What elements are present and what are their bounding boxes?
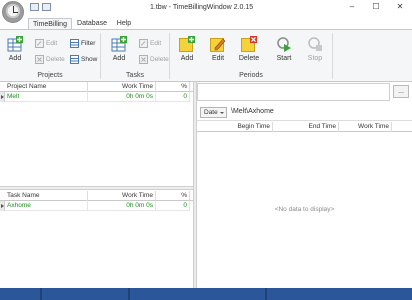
minimize-button[interactable]: – — [340, 0, 364, 14]
start-play-icon — [277, 37, 291, 52]
delete-period-label: Delete — [238, 55, 260, 62]
add-project-button[interactable]: Add — [3, 34, 27, 70]
column-percent[interactable]: % — [156, 82, 190, 92]
edit-period-label: Edit — [211, 55, 225, 62]
status-bar — [0, 288, 412, 300]
window-title: 1.tbw - TimeBillingWindow 2.0.15 — [150, 4, 254, 11]
filter-label: Filter — [81, 40, 96, 47]
work-time-cell[interactable]: 0h 0m 0s — [88, 92, 156, 102]
edit-period-button[interactable]: Edit — [203, 34, 233, 70]
start-button[interactable]: Start — [269, 34, 299, 70]
delete-icon — [139, 55, 148, 64]
ribbon-tab-bar: TimeBilling Database Help — [0, 16, 412, 30]
task-name-cell[interactable]: Axhome — [5, 201, 88, 211]
add-period-label: Add — [180, 55, 194, 62]
date-sort-button[interactable]: Date — [200, 107, 227, 118]
column-begin-time[interactable]: Begin Time — [197, 122, 273, 132]
add-task-button[interactable]: Add — [104, 34, 134, 70]
periods-group-label: Periods — [239, 72, 263, 79]
edit-icon — [139, 39, 148, 48]
percent-cell[interactable]: 0 — [156, 201, 190, 211]
close-button[interactable]: ✕ — [388, 0, 412, 14]
table-row[interactable]: Melt 0h 0m 0s 0 — [0, 92, 193, 102]
table-row[interactable]: Axhome 0h 0m 0s 0 — [0, 201, 193, 211]
column-end-time[interactable]: End Time — [273, 122, 339, 132]
edit-note-icon — [210, 38, 226, 52]
add-project-label: Add — [8, 55, 22, 62]
period-filter-box[interactable] — [197, 83, 390, 101]
delete-period-button[interactable]: Delete — [234, 34, 264, 70]
column-period-work-time[interactable]: Work Time — [339, 122, 392, 132]
ribbon: Add Edit Delete Filter Show Projects Add… — [0, 29, 412, 82]
more-options-button[interactable]: ... — [393, 85, 409, 98]
tasks-pane: Task Name Work Time % Axhome 0h 0m 0s 0 — [0, 191, 193, 288]
column-project-name[interactable]: Project Name — [5, 82, 88, 92]
edit-icon — [35, 39, 44, 48]
add-task-label: Add — [112, 55, 126, 62]
filter-table-icon — [70, 39, 79, 48]
horizontal-splitter[interactable] — [0, 186, 193, 190]
sort-arrow-icon — [220, 112, 224, 114]
title-bar: 1.tbw - TimeBillingWindow 2.0.15 – ☐ ✕ — [0, 0, 412, 23]
tasks-grid-header: Task Name Work Time % — [0, 191, 193, 201]
show-table-icon — [70, 55, 79, 64]
status-divider — [128, 288, 130, 300]
column-work-time[interactable]: Work Time — [88, 82, 156, 92]
quick-access-open-icon[interactable] — [42, 3, 51, 11]
stop-icon — [308, 37, 322, 51]
maximize-button[interactable]: ☐ — [364, 0, 388, 14]
status-divider — [40, 288, 42, 300]
projects-pane: Project Name Work Time % Melt 0h 0m 0s 0 — [0, 82, 193, 186]
quick-access-save-icon[interactable] — [30, 3, 39, 11]
delete-note-icon — [241, 36, 257, 52]
empty-state-text: <No data to display> — [274, 206, 335, 213]
add-table-icon — [111, 36, 127, 52]
edit-project-label: Edit — [46, 40, 58, 47]
stop-label: Stop — [307, 55, 323, 62]
delete-project-label: Delete — [46, 56, 65, 63]
delete-icon — [35, 55, 44, 64]
start-label: Start — [276, 55, 292, 62]
status-divider — [265, 288, 267, 300]
tasks-group-label: Tasks — [126, 72, 144, 79]
percent-cell[interactable]: 0 — [156, 92, 190, 102]
group-separator — [332, 33, 333, 79]
column-task-name[interactable]: Task Name — [5, 191, 88, 201]
app-logo-clock-icon[interactable] — [2, 1, 24, 23]
periods-grid-header: Begin Time End Time Work Time — [197, 122, 412, 132]
project-name-cell[interactable]: Melt — [5, 92, 88, 102]
projects-grid-header: Project Name Work Time % — [0, 82, 193, 92]
work-time-cell[interactable]: 0h 0m 0s — [88, 201, 156, 211]
stop-button[interactable]: Stop — [300, 34, 330, 70]
column-percent[interactable]: % — [156, 191, 190, 201]
add-note-icon — [179, 36, 195, 52]
period-path-bar: Date \Melt\Axhome — [197, 104, 412, 121]
add-period-button[interactable]: Add — [172, 34, 202, 70]
add-table-icon — [7, 36, 23, 52]
projects-group-label: Projects — [37, 72, 63, 79]
date-sort-label: Date — [204, 109, 218, 116]
selection-path: \Melt\Axhome — [231, 108, 274, 115]
edit-task-label: Edit — [150, 40, 162, 47]
show-label: Show — [81, 56, 98, 63]
column-work-time[interactable]: Work Time — [88, 191, 156, 201]
delete-task-label: Delete — [150, 56, 169, 63]
